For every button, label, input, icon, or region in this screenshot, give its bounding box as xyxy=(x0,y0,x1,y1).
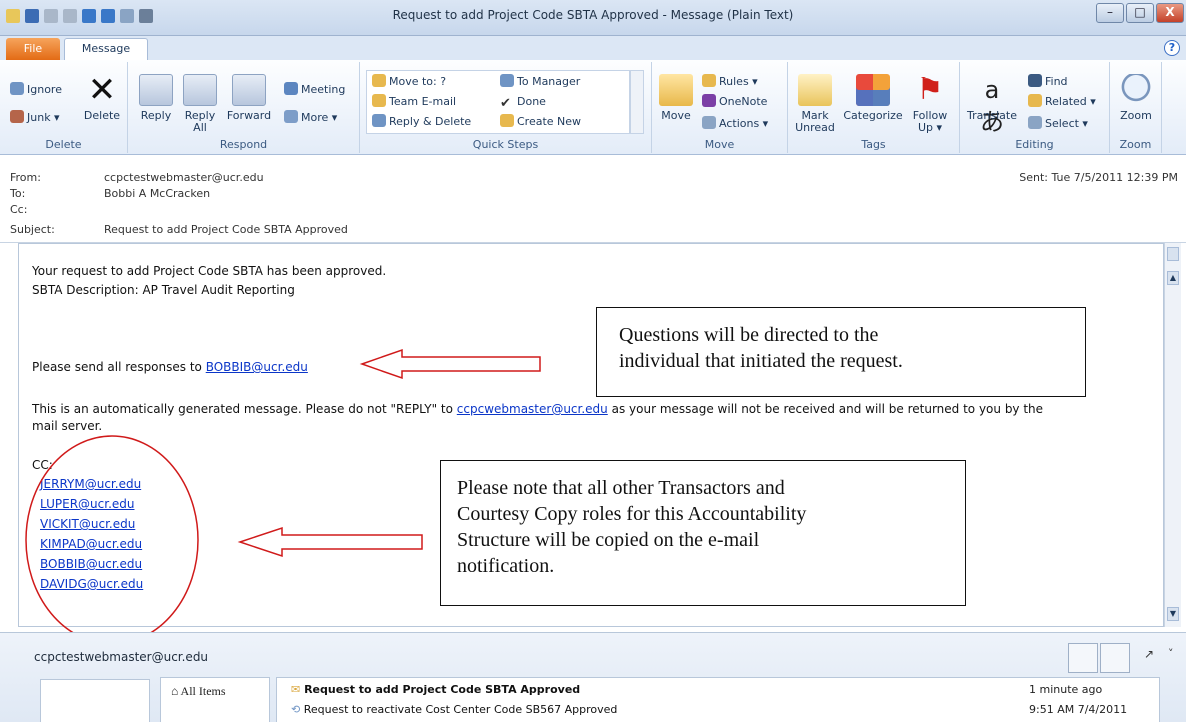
people-pane: ccpctestwebmaster@ucr.edu ↗ ˅ ⌂ All Item… xyxy=(0,632,1186,722)
collapse-chevron-icon[interactable]: ˅ xyxy=(1168,647,1174,660)
home-icon: ⌂ xyxy=(171,684,179,698)
person-icon[interactable] xyxy=(1068,643,1098,673)
red-circle xyxy=(25,435,199,645)
envelope-icon: ✉ xyxy=(291,683,301,696)
expand-icon[interactable]: ↗ xyxy=(1144,647,1154,661)
activity-time: 1 minute ago xyxy=(1029,683,1103,696)
red-arrow-2 xyxy=(237,526,423,558)
activity-time: 9:51 AM 7/4/2011 xyxy=(1029,703,1128,716)
people-nav: ⌂ All Items xyxy=(160,677,270,722)
activity-item[interactable]: ⟲ Request to reactivate Cost Center Code… xyxy=(291,703,617,716)
contact-photo xyxy=(40,679,150,722)
red-arrow-1 xyxy=(359,348,541,380)
activity-subject: Request to add Project Code SBTA Approve… xyxy=(304,683,581,696)
activity-subject: Request to reactivate Cost Center Code S… xyxy=(303,703,618,716)
people-icon[interactable] xyxy=(1100,643,1130,673)
all-items-label: All Items xyxy=(180,684,226,698)
activity-item[interactable]: ✉ Request to add Project Code SBTA Appro… xyxy=(291,683,580,696)
reply-icon: ⟲ xyxy=(291,703,301,716)
contact-name[interactable]: ccpctestwebmaster@ucr.edu xyxy=(34,650,208,664)
all-items-tab[interactable]: ⌂ All Items xyxy=(171,684,226,699)
annotation-overlay xyxy=(25,348,541,645)
activity-list: ✉ Request to add Project Code SBTA Appro… xyxy=(276,677,1160,722)
